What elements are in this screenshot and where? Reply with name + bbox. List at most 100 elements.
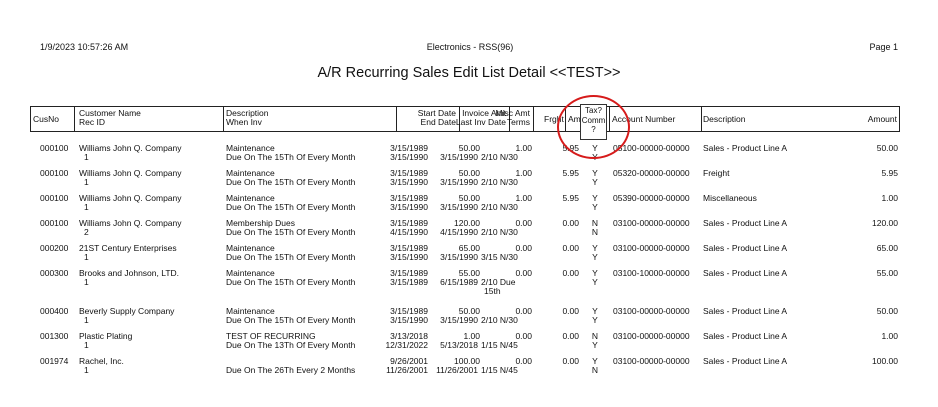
cell-last-inv-date: 3/15/1990	[440, 152, 478, 162]
cell-customer-name: Beverly Supply Company	[79, 306, 175, 316]
cell-terms: 1/15 N/45	[481, 340, 518, 350]
cell-line-description: Sales - Product Line A	[703, 268, 788, 278]
cell-end-date: 4/15/1990	[390, 227, 428, 237]
cell-comm: N	[591, 227, 599, 237]
cell-account-number: 03100-00000-00000	[613, 356, 690, 366]
cell-line-description: Sales - Product Line A	[703, 243, 788, 253]
table-row: 000100 Williams John Q. Company 2 Membershi…	[0, 218, 938, 244]
cell-customer-name: Williams John Q. Company	[79, 143, 182, 153]
cell-last-inv-date: 6/15/1989	[440, 277, 478, 287]
cell-rec-id: 1	[84, 365, 89, 375]
cell-amount: 55.00	[876, 268, 898, 278]
cell-cusno: 001974	[40, 356, 69, 366]
cell-cusno: 000300	[40, 268, 69, 278]
table-row: 000100 Williams John Q. Company 1 Maintenan…	[0, 193, 938, 219]
cell-rec-id: 1	[84, 202, 89, 212]
cell-account-number: 05390-00000-00000	[613, 193, 690, 203]
col-frght: Frght	[544, 114, 564, 124]
cell-last-inv-date: 3/15/1990	[440, 315, 478, 325]
col-tax-label: Tax?	[585, 106, 602, 115]
cell-end-date: 3/15/1990	[390, 202, 428, 212]
report-title: A/R Recurring Sales Edit List Detail <<T…	[317, 65, 621, 81]
cell-comm: N	[591, 365, 599, 375]
cell-frght-amt: 0.00	[562, 306, 579, 316]
cell-terms: 2/10 N/30	[481, 315, 518, 325]
cell-terms: 2/10 N/30	[481, 177, 518, 187]
cell-when-inv: Due On The 15Th Of Every Month	[226, 177, 356, 187]
company-name: Electronics - RSS(96)	[426, 42, 514, 52]
col-terms: Terms	[506, 117, 530, 127]
cell-cusno: 000100	[40, 168, 69, 178]
cell-amount: 1.00	[881, 193, 898, 203]
cell-account-number: 03100-00000-00000	[613, 331, 690, 341]
cell-cusno: 000200	[40, 243, 69, 253]
cell-amount: 50.00	[876, 143, 898, 153]
cell-frght-amt: 0.00	[562, 356, 579, 366]
cell-frght-amt: 5.95	[562, 193, 579, 203]
cell-cusno: 001300	[40, 331, 69, 341]
table-row: 001300 Plastic Plating 1 TEST OF RECURRING D…	[0, 331, 938, 357]
cell-account-number: 05100-00000-00000	[613, 143, 690, 153]
cell-cusno: 000100	[40, 218, 69, 228]
cell-terms: 1/15 N/45	[481, 365, 518, 375]
cell-cusno: 000400	[40, 306, 69, 316]
cell-comm: Y	[592, 177, 598, 187]
cell-when-inv: Due On The 13Th Of Every Month	[226, 340, 356, 350]
cell-amount: 100.00	[872, 356, 898, 366]
cell-account-number: 03100-00000-00000	[613, 243, 690, 253]
cell-frght-amt: 0.00	[562, 243, 579, 253]
cell-frght-amt: 0.00	[562, 268, 579, 278]
cell-rec-id: 2	[84, 227, 89, 237]
cell-end-date: 3/15/1990	[390, 177, 428, 187]
cell-when-inv: Due On The 26Th Every 2 Months	[226, 365, 356, 375]
cell-line-description: Sales - Product Line A	[703, 331, 788, 341]
cell-rec-id: 1	[84, 177, 89, 187]
table-row: 001974 Rachel, Inc. 1 Due On The 26Th Every…	[0, 356, 938, 382]
cell-account-number: 03100-00000-00000	[613, 218, 690, 228]
cell-rec-id: 1	[84, 152, 89, 162]
cell-amount: 65.00	[876, 243, 898, 253]
table-row: 000100 Williams John Q. Company 1 Maintenan…	[0, 143, 938, 169]
table-row: 000300 Brooks and Johnson, LTD. 1 Maintenan…	[0, 268, 938, 296]
col-line-description: Description	[703, 114, 746, 124]
cell-frght-amt: 5.95	[562, 143, 579, 153]
cell-comm: Y	[592, 315, 598, 325]
cell-amount: 120.00	[872, 218, 898, 228]
cell-comm: Y	[592, 152, 598, 162]
cell-when-inv: Due On The 15Th Of Every Month	[226, 252, 356, 262]
col-tax-comm: Tax? Comm ?	[580, 104, 607, 140]
cell-rec-id: 1	[84, 340, 89, 350]
cell-line-description: Sales - Product Line A	[703, 143, 788, 153]
cell-frght-amt: 0.00	[562, 218, 579, 228]
cell-end-date: 3/15/1990	[390, 152, 428, 162]
cell-end-date: 3/15/1989	[390, 277, 428, 287]
table-row: 000200 21ST Century Enterprises 1 Maintenan…	[0, 243, 938, 269]
col-amount: Amount	[867, 114, 897, 124]
cell-comm: Y	[592, 252, 598, 262]
cell-amount: 1.00	[881, 331, 898, 341]
cell-terms: 3/15 N/30	[481, 252, 518, 262]
cell-line-description: Sales - Product Line A	[703, 356, 788, 366]
cell-account-number: 03100-00000-00000	[613, 306, 690, 316]
column-header-row: CusNo Customer Name Rec ID Description W…	[30, 106, 900, 132]
cell-customer-name: Williams John Q. Company	[79, 168, 182, 178]
cell-when-inv: Due On The 15Th Of Every Month	[226, 315, 356, 325]
table-row: 000400 Beverly Supply Company 1 Maintenance…	[0, 306, 938, 332]
cell-last-inv-date: 4/15/1990	[440, 227, 478, 237]
cell-rec-id: 1	[84, 252, 89, 262]
report-datetime: 1/9/2023 10:57:26 AM	[40, 42, 129, 52]
cell-line-description: Sales - Product Line A	[703, 218, 788, 228]
cell-amount: 50.00	[876, 306, 898, 316]
cell-end-date: 11/26/2001	[386, 365, 428, 375]
cell-frght-amt: 5.95	[562, 168, 579, 178]
cell-customer-name: 21ST Century Enterprises	[79, 243, 177, 253]
cell-last-inv-date: 3/15/1990	[440, 177, 478, 187]
cell-when-inv: Due On The 15Th Of Every Month	[226, 202, 356, 212]
cell-line-description: Miscellaneous	[703, 193, 757, 203]
cell-cusno: 000100	[40, 143, 69, 153]
cell-last-inv-date: 3/15/1990	[440, 252, 478, 262]
cell-line-description: Freight	[703, 168, 730, 178]
cell-end-date: 3/15/1990	[390, 252, 428, 262]
cell-terms: 2/10 N/30	[481, 202, 518, 212]
cell-customer-name: Williams John Q. Company	[79, 218, 182, 228]
